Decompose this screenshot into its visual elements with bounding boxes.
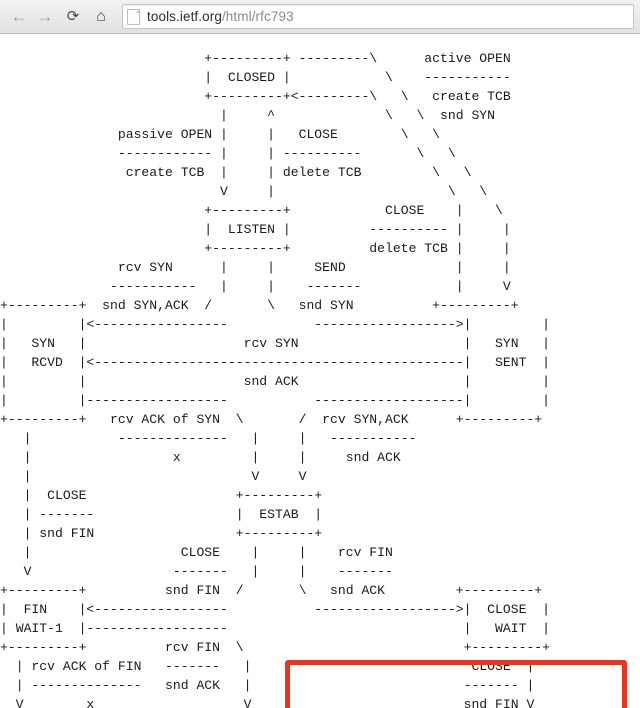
address-bar[interactable]: tools.ietf.org/html/rfc793 xyxy=(122,4,634,29)
forward-arrow-icon[interactable]: → xyxy=(32,4,58,30)
tcp-state-diagram-ascii: +---------+ ---------\ active OPEN | CLO… xyxy=(0,51,551,708)
page-document-icon xyxy=(127,8,140,25)
browser-toolbar: ← → ⟳ ⌂ tools.ietf.org/html/rfc793 xyxy=(0,0,640,34)
url-host: tools.ietf.org xyxy=(147,9,222,24)
url-text: tools.ietf.org/html/rfc793 xyxy=(147,9,294,24)
page-content-area[interactable]: +---------+ ---------\ active OPEN | CLO… xyxy=(0,34,640,708)
reload-icon[interactable]: ⟳ xyxy=(60,4,86,30)
back-arrow-icon[interactable]: ← xyxy=(6,4,32,30)
url-path: /html/rfc793 xyxy=(221,9,294,24)
home-icon[interactable]: ⌂ xyxy=(88,4,114,30)
